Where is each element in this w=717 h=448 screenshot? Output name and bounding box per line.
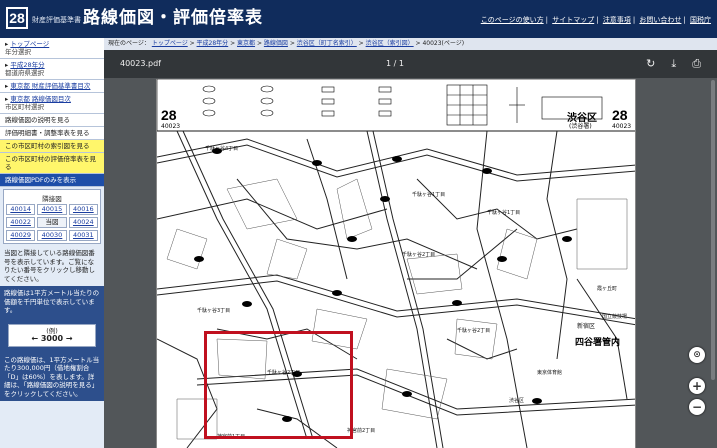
map-code-right: 28 bbox=[612, 107, 628, 123]
zoom-in-icon[interactable]: + bbox=[689, 378, 705, 394]
adjacent-heading: 隣接図 bbox=[42, 195, 62, 203]
example-section: (例) ← 3000 → bbox=[0, 317, 104, 353]
breadcrumb: 現在のページ： トップページ > 平成28年分 > 東京都 > 路線価図 > 渋… bbox=[104, 38, 717, 50]
breadcrumb-rosenka[interactable]: 路線価図 bbox=[264, 40, 288, 47]
unit-note: 路線価は1平方メートル当たりの価額を千円単位で表示しています。 bbox=[0, 286, 104, 318]
pdf-page[interactable]: 28 40023 渋谷区 (渋谷署) 28 40023 四谷署管内 新宿区 千駄… bbox=[156, 79, 636, 448]
sidebar-item-rosenka-index: ▸ 東京都 路線価図目次 市区町村選択 bbox=[0, 93, 104, 114]
link-sitemap[interactable]: サイトマップ bbox=[552, 16, 594, 24]
map-code-left: 28 bbox=[161, 107, 177, 123]
link-notes[interactable]: 注意事項 bbox=[603, 16, 631, 24]
map-label-10: 霞ヶ丘町 bbox=[597, 286, 618, 292]
breadcrumb-current: 40023(ページ) bbox=[422, 40, 465, 47]
legend-box bbox=[157, 79, 635, 132]
print-icon[interactable]: ⎙ bbox=[692, 57, 701, 71]
highlight-rectangle bbox=[204, 331, 353, 439]
adjacent-cell-40022[interactable]: 40022 bbox=[6, 217, 36, 228]
breadcrumb-shibuya-town[interactable]: 渋谷区（町丁名索引） bbox=[297, 40, 357, 47]
page-title: 路線価図・評価倍率表 bbox=[83, 8, 263, 28]
pdf-toolbar-icons: ↻ ⤓ ⎙ bbox=[646, 57, 701, 71]
sidebar-item-top: ▸ トップページ 年分選択 bbox=[0, 38, 104, 59]
pdf-page-indicator: 1 / 1 bbox=[386, 59, 404, 68]
sidebar-item-explain[interactable]: 路線価図の説明を見る bbox=[0, 114, 104, 127]
adjacent-cell-40030[interactable]: 40030 bbox=[37, 230, 67, 241]
sidebar-item-index-map[interactable]: この市区町村の索引図を見る bbox=[0, 140, 104, 153]
header-subtitle: 財産評価基準書 bbox=[32, 16, 81, 24]
breadcrumb-tokyo[interactable]: 東京都 bbox=[237, 40, 255, 47]
map-label-3: 千駄ヶ谷2丁目 bbox=[402, 252, 436, 258]
breadcrumb-year[interactable]: 平成28年分 bbox=[197, 40, 229, 47]
nav-rosenka-sub: 市区町村選択 bbox=[5, 103, 44, 111]
link-how-to-use[interactable]: このページの使い方 bbox=[481, 16, 544, 24]
sidebar-item-year: ▸ 平成28年分 都道府県選択 bbox=[0, 59, 104, 80]
pdf-toolbar: 40023.pdf 1 / 1 ↻ ⤓ ⎙ bbox=[104, 50, 717, 78]
adjacent-cell-40029[interactable]: 40029 bbox=[6, 230, 36, 241]
map-code-left-sub: 40023 bbox=[161, 123, 181, 130]
adjacent-grid: 40014 40015 40016 40022 当図 40024 40029 4… bbox=[6, 204, 98, 241]
example-value: 3000 bbox=[40, 334, 64, 343]
rotate-icon[interactable]: ↻ bbox=[646, 57, 655, 71]
page-header: 28 財産評価基準書 路線価図・評価倍率表 このページの使い方 | サイトマップ |… bbox=[0, 0, 717, 38]
adjacent-cell-40024[interactable]: 40024 bbox=[68, 217, 98, 228]
map-label-0: 千駄ヶ谷4丁目 bbox=[205, 146, 239, 152]
map-label-shinjuku: 新宿区 bbox=[577, 323, 596, 330]
adjacent-cell-40016[interactable]: 40016 bbox=[68, 204, 98, 215]
year-badge: 28 bbox=[6, 7, 28, 29]
nav-year-sub: 都道府県選択 bbox=[5, 69, 44, 77]
link-nta[interactable]: 国税庁 bbox=[690, 16, 711, 24]
map-label-2: 千駄ヶ谷1丁目 bbox=[487, 210, 521, 216]
sidebar-item-tokyo-index: ▸ 東京都 財産評価基準書目次 bbox=[0, 80, 104, 93]
pdf-scrollbar[interactable] bbox=[711, 80, 715, 380]
breadcrumb-prefix: 現在のページ： bbox=[108, 40, 150, 47]
pdf-viewer: 40023.pdf 1 / 1 ↻ ⤓ ⎙ 28 40023 渋谷区 (渋谷署)… bbox=[104, 50, 717, 448]
example-box: (例) ← 3000 → bbox=[8, 323, 96, 347]
breadcrumb-shibuya-index[interactable]: 渋谷区（索引図） bbox=[366, 40, 414, 47]
zoom-out-icon[interactable]: − bbox=[689, 399, 705, 415]
download-icon[interactable]: ⤓ bbox=[671, 57, 676, 71]
sidebar-item-multiplier[interactable]: この市区町村の評価倍率表を見る bbox=[0, 153, 104, 174]
adjacent-note: 当図と隣接している路線価図番号を表示しています。ご覧になりたい番号をクリックし移… bbox=[4, 249, 95, 283]
adjacent-cell-current: 当図 bbox=[37, 217, 67, 228]
map-station-area: 四谷署管内 bbox=[575, 338, 621, 348]
nav-year-link[interactable]: 平成28年分 bbox=[10, 61, 44, 69]
nav-tokyo-index-link[interactable]: 東京都 財産評価基準書目次 bbox=[10, 82, 90, 90]
nav-top-sub: 年分選択 bbox=[5, 48, 31, 56]
adjacent-cell-40015[interactable]: 40015 bbox=[37, 204, 67, 215]
map-label-4: 千駄ヶ谷3丁目 bbox=[197, 308, 231, 314]
map-label-11: 国立競技場 bbox=[602, 314, 628, 320]
breadcrumb-top[interactable]: トップページ bbox=[152, 40, 188, 47]
map-label-1: 千駄ヶ谷1丁目 bbox=[412, 192, 446, 198]
map-label-9: 渋谷区 bbox=[509, 398, 525, 404]
map-office: (渋谷署) bbox=[569, 123, 592, 130]
example-value-row: ← 3000 → bbox=[31, 334, 73, 343]
adjacent-map-box: 隣接図 40014 40015 40016 40022 当図 40024 400… bbox=[3, 189, 101, 244]
map-code-right-sub: 40023 bbox=[612, 123, 632, 130]
link-contact[interactable]: お問い合わせ bbox=[639, 16, 681, 24]
fit-page-icon[interactable]: ⊙ bbox=[689, 347, 705, 363]
sidebar: ▸ トップページ 年分選択 ▸ 平成28年分 都道府県選択 ▸ 東京都 財産評価基準… bbox=[0, 38, 104, 448]
pdf-filename: 40023.pdf bbox=[120, 59, 161, 68]
header-links: このページの使い方 | サイトマップ | 注意事項 | お問い合わせ | 国税庁 bbox=[480, 16, 711, 24]
nav-top-link[interactable]: トップページ bbox=[10, 40, 49, 48]
sidebar-item-adjust[interactable]: 評価明細書・調整率表を見る bbox=[0, 127, 104, 140]
map-label-12: 東京体育館 bbox=[537, 370, 563, 376]
sidebar-item-pdf-only[interactable]: 路線価図PDFのみを表示 bbox=[0, 174, 104, 187]
map-label-5: 千駄ヶ谷2丁目 bbox=[457, 328, 491, 334]
example-desc: この路線価は、1平方メートル当たり300,000円（借地権割合「D」は60%）を… bbox=[0, 352, 104, 401]
nav-rosenka-index-link[interactable]: 東京都 路線価図目次 bbox=[10, 95, 71, 103]
adjacent-cell-40031[interactable]: 40031 bbox=[68, 230, 98, 241]
adjacent-cell-40014[interactable]: 40014 bbox=[6, 204, 36, 215]
